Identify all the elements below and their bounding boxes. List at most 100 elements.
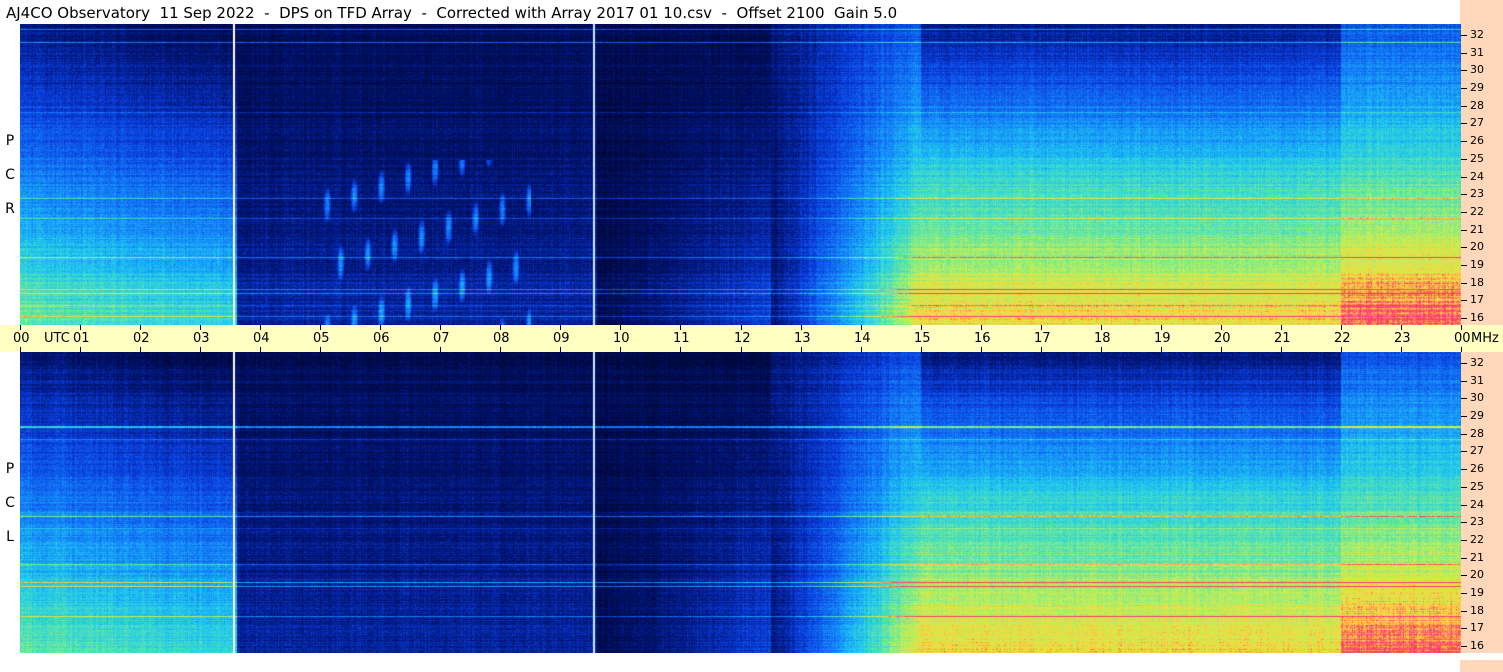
x-tick — [380, 325, 381, 330]
y-tick-label: 32 — [1470, 28, 1484, 41]
y-tick — [1461, 159, 1467, 160]
y-tick-label: 22 — [1470, 205, 1484, 218]
x-tick-label: 00 — [1454, 331, 1471, 346]
y-tick-label: 26 — [1470, 134, 1484, 147]
y-tick — [1461, 416, 1467, 417]
x-tick-label: 07 — [433, 331, 450, 346]
x-tick-label: 00 — [13, 331, 30, 346]
x-tick — [560, 325, 561, 330]
y-tick — [1461, 265, 1467, 266]
x-tick-label: 17 — [1034, 331, 1051, 346]
y-tick-label: 19 — [1470, 586, 1484, 599]
y-tick-label: 29 — [1470, 409, 1484, 422]
time-axis: 00 01 02 03 04 05 06 07 08 09 10 11 12 13 14 15 16 17 18 19… — [0, 325, 1503, 352]
x-tick — [140, 325, 141, 330]
y-tick-label: 18 — [1470, 604, 1484, 617]
y-tick-label: 23 — [1470, 187, 1484, 200]
y-tick — [1461, 88, 1467, 89]
y-tick — [1461, 628, 1467, 629]
x-tick-label: 20 — [1214, 331, 1231, 346]
x-tick — [320, 325, 321, 330]
y-tick-label: 16 — [1470, 639, 1484, 652]
y-tick-label: 24 — [1470, 170, 1484, 183]
x-tick — [500, 325, 501, 330]
y-tick — [1461, 558, 1467, 559]
y-tick-label: 29 — [1470, 81, 1484, 94]
y-tick — [1461, 230, 1467, 231]
y-tick-label: 20 — [1470, 568, 1484, 581]
y-tick — [1461, 611, 1467, 612]
spectrogram-rcp-canvas — [20, 24, 1461, 325]
chart-title: AJ4CO Observatory 11 Sep 2022 - DPS on T… — [6, 4, 898, 22]
y-tick — [1461, 283, 1467, 284]
y-tick — [1461, 123, 1467, 124]
y-tick — [1461, 575, 1467, 576]
x-unit-utc: UTC — [44, 331, 70, 346]
y-tick — [1461, 398, 1467, 399]
y-tick-label: 31 — [1470, 374, 1484, 387]
frequency-axis-lcp: 32 31 30 29 28 27 26 25 24 23 22 21 20 19 18 17 16 — [1461, 352, 1503, 653]
x-tick — [801, 325, 802, 330]
y-tick — [1461, 53, 1467, 54]
y-tick — [1461, 434, 1467, 435]
y-tick-label: 23 — [1470, 515, 1484, 528]
y-tick-label: 31 — [1470, 46, 1484, 59]
polarization-letter-p-top: P — [5, 133, 15, 149]
axis-strip-bottom — [1460, 660, 1503, 672]
spectrogram-lcp — [20, 352, 1461, 653]
y-tick — [1461, 487, 1467, 488]
y-tick — [1461, 646, 1467, 647]
x-tick — [1221, 325, 1222, 330]
x-tick — [200, 325, 201, 330]
y-tick — [1461, 363, 1467, 364]
x-tick — [981, 325, 982, 330]
y-tick — [1461, 35, 1467, 36]
y-tick-label: 17 — [1470, 621, 1484, 634]
x-tick — [1281, 325, 1282, 330]
x-tick-label: 22 — [1334, 331, 1351, 346]
x-tick — [1461, 325, 1462, 330]
x-tick — [1401, 325, 1402, 330]
x-tick — [80, 325, 81, 330]
x-tick-label: 04 — [253, 331, 270, 346]
x-unit-mhz: MHz — [1471, 331, 1499, 346]
x-tick — [1161, 325, 1162, 330]
spectrogram-rcp — [20, 24, 1461, 325]
x-tick — [1041, 325, 1042, 330]
y-tick — [1461, 522, 1467, 523]
y-tick — [1461, 381, 1467, 382]
y-tick-label: 27 — [1470, 116, 1484, 129]
x-tick-label: 08 — [493, 331, 510, 346]
x-tick-label: 21 — [1274, 331, 1291, 346]
y-tick — [1461, 451, 1467, 452]
y-tick-label: 22 — [1470, 533, 1484, 546]
y-tick — [1461, 247, 1467, 248]
y-tick-label: 24 — [1470, 498, 1484, 511]
y-tick — [1461, 300, 1467, 301]
y-tick-label: 28 — [1470, 99, 1484, 112]
y-tick-label: 25 — [1470, 152, 1484, 165]
y-tick-label: 30 — [1470, 63, 1484, 76]
y-tick — [1461, 141, 1467, 142]
x-tick-label: 23 — [1394, 331, 1411, 346]
y-tick — [1461, 194, 1467, 195]
y-tick-label: 19 — [1470, 258, 1484, 271]
y-tick — [1461, 505, 1467, 506]
y-tick-label: 16 — [1470, 311, 1484, 324]
axis-strip-top — [1460, 0, 1503, 24]
y-tick-label: 17 — [1470, 293, 1484, 306]
y-tick — [1461, 106, 1467, 107]
y-tick-label: 18 — [1470, 276, 1484, 289]
y-tick-label: 26 — [1470, 462, 1484, 475]
x-tick — [1341, 325, 1342, 330]
y-tick — [1461, 469, 1467, 470]
x-tick — [861, 325, 862, 330]
y-tick-label: 32 — [1470, 356, 1484, 369]
x-tick-label: 05 — [313, 331, 330, 346]
x-tick-label: 18 — [1094, 331, 1111, 346]
x-tick — [20, 325, 21, 330]
x-tick-label: 01 — [73, 331, 90, 346]
x-tick-label: 10 — [613, 331, 630, 346]
y-tick-label: 20 — [1470, 240, 1484, 253]
frequency-axis-rcp: 32 31 30 29 28 27 26 25 24 23 22 21 20 19 18 17 16 — [1461, 24, 1503, 325]
